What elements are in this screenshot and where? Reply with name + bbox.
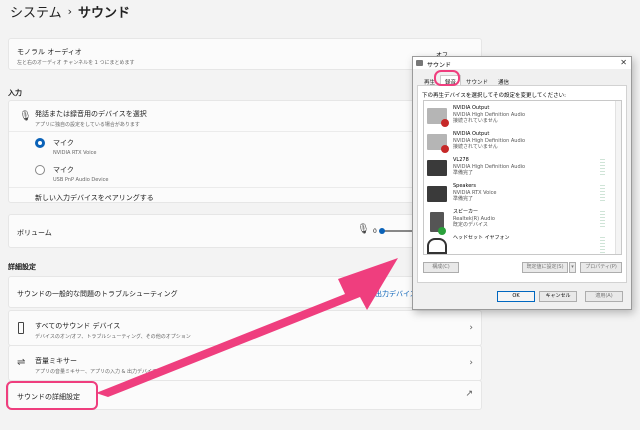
arrow-shape [96, 258, 398, 397]
annotation-arrow [96, 258, 398, 397]
